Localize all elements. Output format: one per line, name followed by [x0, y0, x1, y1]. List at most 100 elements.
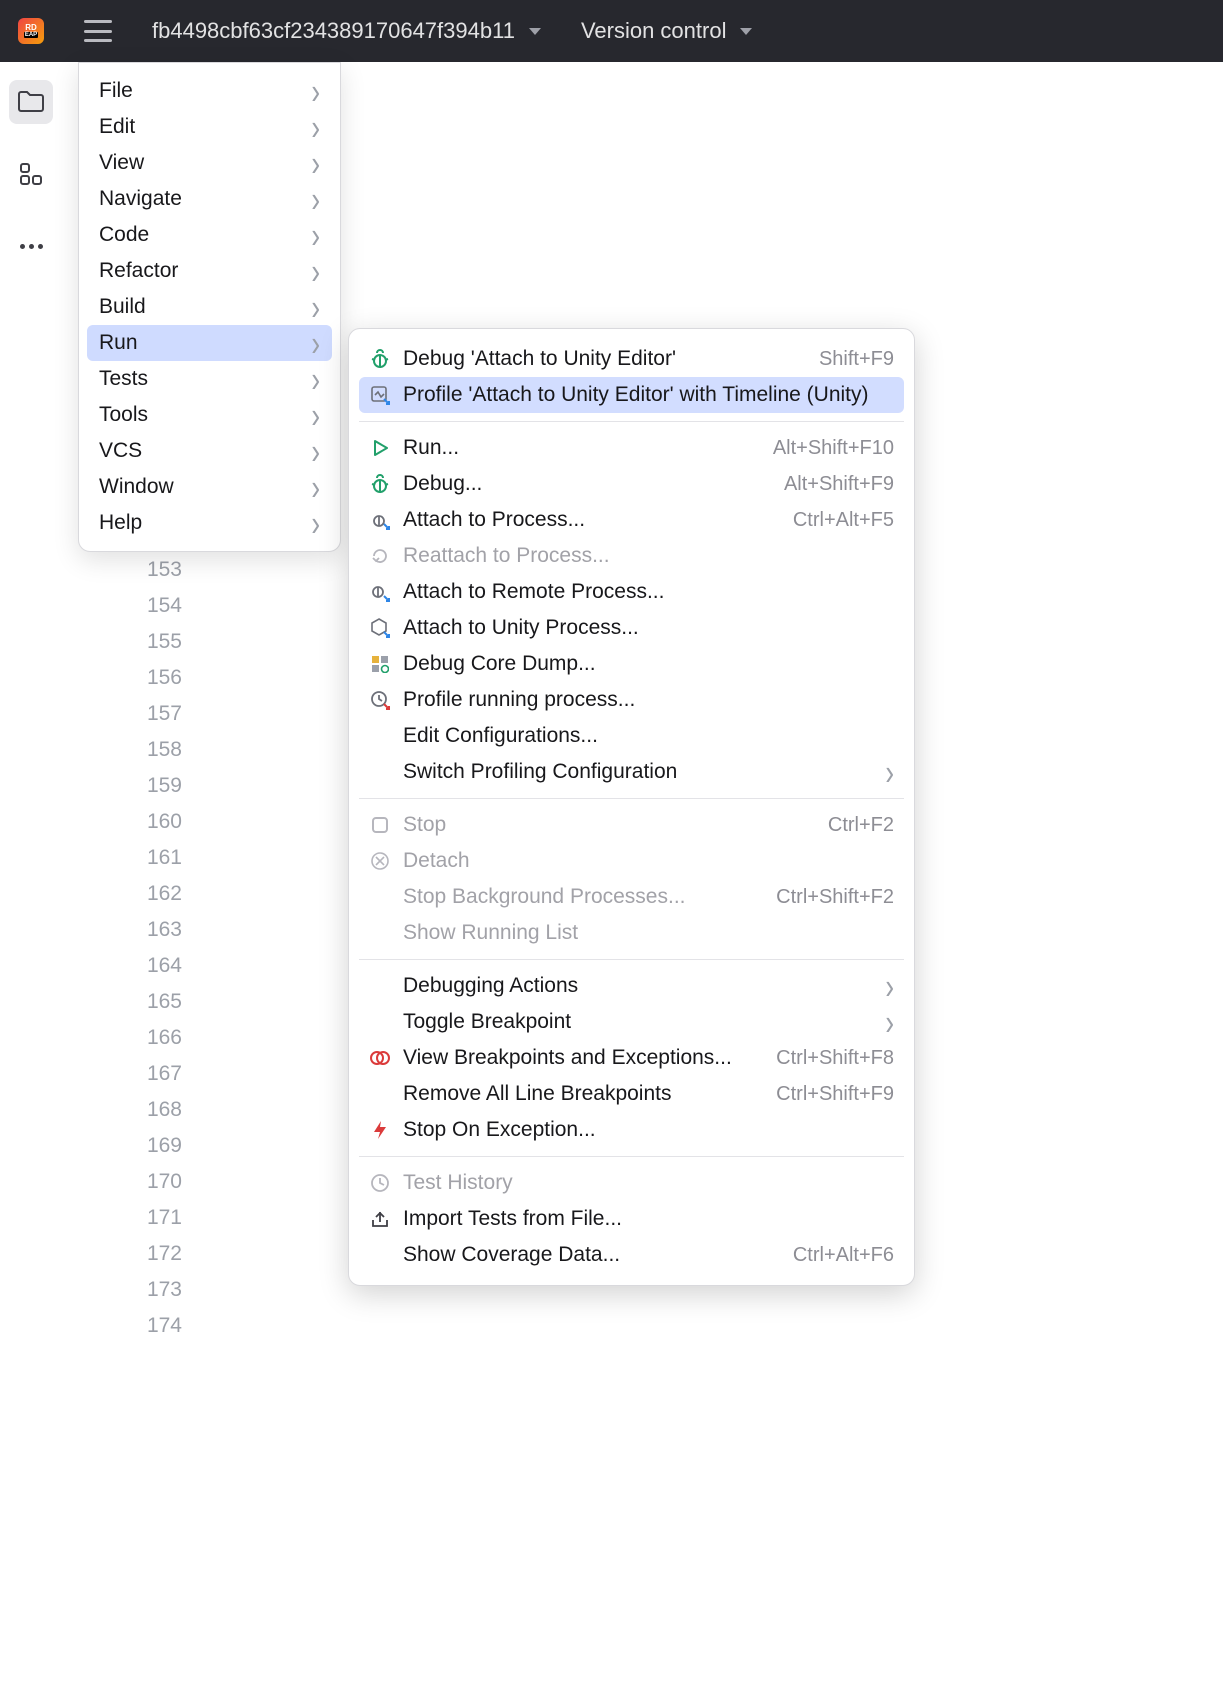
main-menu-item-label: VCS	[99, 439, 142, 463]
submenu-item[interactable]: Toggle Breakpoint›	[359, 1004, 904, 1040]
submenu-item-shortcut: Ctrl+F2	[828, 814, 894, 837]
submenu-item[interactable]: Run...Alt+Shift+F10	[359, 430, 904, 466]
gutter-line: 171	[110, 1200, 200, 1236]
submenu-item-label: Show Running List	[403, 921, 894, 945]
submenu-item[interactable]: Attach to Remote Process...	[359, 574, 904, 610]
submenu-item[interactable]: Profile 'Attach to Unity Editor' with Ti…	[359, 377, 904, 413]
run-submenu-popup: Debug 'Attach to Unity Editor'Shift+F9Pr…	[348, 328, 915, 1286]
submenu-item-label: Detach	[403, 849, 894, 873]
submenu-item-shortcut: Ctrl+Shift+F9	[776, 1083, 894, 1106]
gutter-line: 170	[110, 1164, 200, 1200]
main-menu-item-run[interactable]: Run›	[87, 325, 332, 361]
gutter-line: 161	[110, 840, 200, 876]
main-menu-item-refactor[interactable]: Refactor›	[87, 253, 332, 289]
submenu-item: Stop Background Processes...Ctrl+Shift+F…	[359, 879, 904, 915]
gutter-line: 163	[110, 912, 200, 948]
submenu-item-label: Debug...	[403, 472, 772, 496]
main-menu-popup: File›Edit›View›Navigate›Code›Refactor›Bu…	[78, 62, 341, 552]
submenu-item[interactable]: Profile running process...	[359, 682, 904, 718]
gutter-line: 160	[110, 804, 200, 840]
submenu-item[interactable]: Edit Configurations...	[359, 718, 904, 754]
stop-icon	[369, 814, 391, 836]
chevron-down-icon	[740, 28, 752, 35]
submenu-item[interactable]: Debug Core Dump...	[359, 646, 904, 682]
submenu-item[interactable]: Remove All Line BreakpointsCtrl+Shift+F9	[359, 1076, 904, 1112]
logo-top: RD	[25, 24, 37, 32]
submenu-item: Detach	[359, 843, 904, 879]
submenu-item[interactable]: Import Tests from File...	[359, 1201, 904, 1237]
submenu-item[interactable]: Debug...Alt+Shift+F9	[359, 466, 904, 502]
main-menu-item-label: Run	[99, 331, 138, 355]
main-menu-item-vcs[interactable]: VCS ›	[87, 433, 332, 469]
profile-unity-icon	[369, 384, 391, 406]
submenu-item[interactable]: Switch Profiling Configuration›	[359, 754, 904, 790]
main-menu-item-edit[interactable]: Edit›	[87, 109, 332, 145]
submenu-item: StopCtrl+F2	[359, 807, 904, 843]
main-menu-item-tests[interactable]: Tests›	[87, 361, 332, 397]
submenu-item[interactable]: Stop On Exception...	[359, 1112, 904, 1148]
lightning-icon	[369, 1119, 391, 1141]
gutter-line: 156	[110, 660, 200, 696]
chevron-right-icon: ›	[879, 968, 894, 1004]
gutter-line: 173	[110, 1272, 200, 1308]
chevron-right-icon: ›	[311, 145, 320, 181]
main-menu-item-window[interactable]: Window›	[87, 469, 332, 505]
main-menu-item-help[interactable]: Help›	[87, 505, 332, 541]
gutter-line: 158	[110, 732, 200, 768]
submenu-item[interactable]: Attach to Process...Ctrl+Alt+F5	[359, 502, 904, 538]
blank-icon	[369, 725, 391, 747]
main-menu-item-file[interactable]: File ›	[87, 73, 332, 109]
left-tool-rail	[0, 62, 62, 268]
chevron-right-icon: ›	[879, 754, 894, 790]
blank-icon	[369, 1083, 391, 1105]
main-menu-item-navigate[interactable]: Navigate›	[87, 181, 332, 217]
submenu-item: Test History	[359, 1165, 904, 1201]
submenu-item: Reattach to Process...	[359, 538, 904, 574]
main-menu-item-view[interactable]: View›	[87, 145, 332, 181]
main-menu-item-tools[interactable]: Tools›	[87, 397, 332, 433]
submenu-item-label: Edit Configurations...	[403, 724, 894, 748]
blank-icon	[369, 1011, 391, 1033]
gutter-line: 157	[110, 696, 200, 732]
submenu-item[interactable]: Debug 'Attach to Unity Editor'Shift+F9	[359, 341, 904, 377]
gutter-line: 164	[110, 948, 200, 984]
submenu-item[interactable]: Show Coverage Data...Ctrl+Alt+F6	[359, 1237, 904, 1273]
project-selector[interactable]: fb4498cbf63cf234389170647f394b11	[152, 18, 541, 44]
play-green-icon	[369, 437, 391, 459]
menu-separator	[359, 421, 904, 422]
submenu-item[interactable]: Debugging Actions ›	[359, 968, 904, 1004]
structure-icon	[20, 163, 42, 185]
version-control-selector[interactable]: Version control	[581, 18, 753, 44]
gutter-line: 159	[110, 768, 200, 804]
import-icon	[369, 1208, 391, 1230]
submenu-item-label: Profile running process...	[403, 688, 894, 712]
titlebar: RD EAP fb4498cbf63cf234389170647f394b11 …	[0, 0, 1223, 62]
more-tools-button[interactable]	[9, 224, 53, 268]
gutter-line: 168	[110, 1092, 200, 1128]
submenu-item-label: Attach to Remote Process...	[403, 580, 894, 604]
submenu-item[interactable]: Attach to Unity Process...	[359, 610, 904, 646]
submenu-item[interactable]: View Breakpoints and Exceptions...Ctrl+S…	[359, 1040, 904, 1076]
submenu-item-label: Debugging Actions	[403, 974, 867, 998]
structure-tool-button[interactable]	[9, 152, 53, 196]
core-dump-icon	[369, 653, 391, 675]
main-menu-item-build[interactable]: Build›	[87, 289, 332, 325]
project-tool-button[interactable]	[9, 80, 53, 124]
menu-separator	[359, 798, 904, 799]
submenu-item-shortcut: Shift+F9	[819, 348, 894, 371]
chevron-right-icon: ›	[311, 73, 320, 109]
bug-green-icon	[369, 348, 391, 370]
hamburger-icon[interactable]	[84, 20, 112, 42]
gutter-line: 162	[110, 876, 200, 912]
main-menu-item-label: File	[99, 79, 133, 103]
submenu-item-shortcut: Ctrl+Alt+F5	[793, 509, 894, 532]
gutter-line: 153	[110, 552, 200, 588]
submenu-item-label: Toggle Breakpoint	[403, 1010, 867, 1034]
chevron-right-icon: ›	[311, 433, 320, 469]
main-menu-item-code[interactable]: Code›	[87, 217, 332, 253]
chevron-right-icon: ›	[311, 109, 320, 145]
project-name: fb4498cbf63cf234389170647f394b11	[152, 18, 515, 44]
submenu-item-label: Debug Core Dump...	[403, 652, 894, 676]
chevron-right-icon: ›	[311, 289, 320, 325]
blank-icon	[369, 922, 391, 944]
